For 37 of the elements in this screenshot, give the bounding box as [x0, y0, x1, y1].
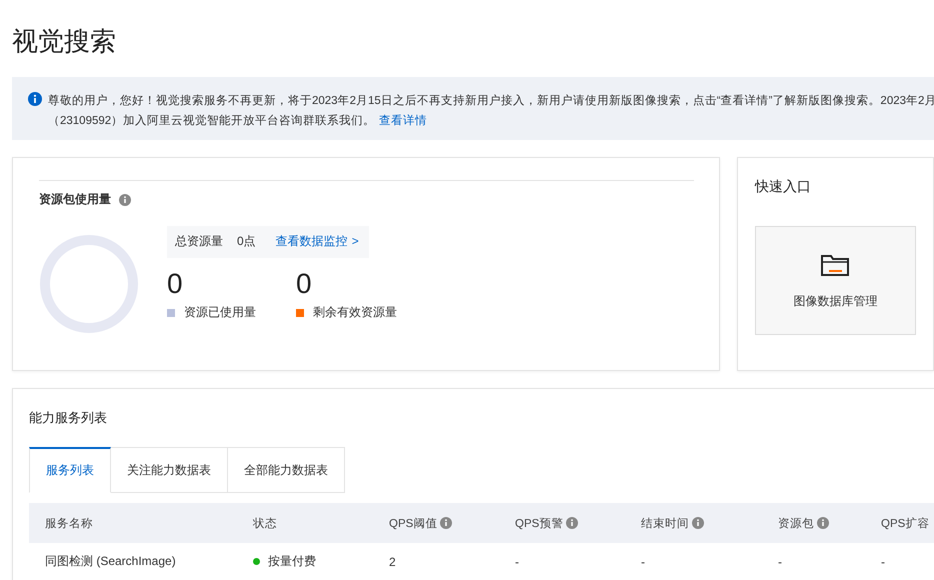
column-header: QPS阈值	[389, 516, 438, 530]
table-cell: 2	[389, 554, 396, 568]
table-cell: 按量付费	[268, 553, 316, 570]
status-dot	[253, 558, 260, 565]
column-header: 状态	[253, 516, 277, 530]
stat-label: 资源已使用量	[184, 304, 256, 321]
notice-text: 尊敬的用户，您好！视觉搜索服务不再更新，将于2023年2月15日之后不再支持新用户接入，新用户请使用新版图像搜索，点击“查看详情”了解新版图像搜索。2023年2月	[48, 93, 934, 109]
notice-text: （23109592）加入阿里云视觉智能开放平台咨询群联系我们。	[48, 115, 376, 127]
page-title: 视觉搜索	[12, 25, 117, 58]
quick-entry-title: 快速入口	[754, 178, 812, 196]
stat-value: 0	[296, 268, 313, 300]
folder-icon	[820, 253, 850, 277]
column-header: QPS扩容	[881, 516, 930, 530]
usage-title: 资源包使用量	[39, 191, 111, 208]
info-icon	[28, 92, 42, 106]
monitor-link[interactable]: 查看数据监控 >	[276, 233, 359, 250]
column-header: 服务名称	[45, 516, 93, 530]
column-header: 结束时间	[641, 516, 689, 530]
tab[interactable]: 关注能力数据表	[111, 447, 228, 493]
column-header: QPS预警	[515, 516, 564, 530]
tab[interactable]: 服务列表	[29, 447, 111, 493]
table-cell: -	[881, 554, 885, 568]
services-title: 能力服务列表	[29, 409, 108, 427]
column-header: 资源包	[778, 516, 814, 530]
table-cell: -	[641, 554, 645, 568]
stat-value: 0	[167, 268, 184, 300]
info-icon	[119, 194, 131, 206]
table-cell: -	[515, 554, 519, 568]
stat-label: 剩余有效资源量	[313, 304, 397, 321]
tab[interactable]: 全部能力数据表	[228, 447, 345, 493]
details-link[interactable]: 查看详情	[379, 115, 428, 127]
table-cell: 同图检测 (SearchImage)	[45, 553, 176, 570]
table-cell: -	[778, 554, 782, 568]
total-label: 总资源量	[175, 233, 223, 250]
tile-label: 图像数据库管理	[793, 293, 878, 310]
total-value: 0点	[237, 233, 256, 250]
database-tile[interactable]: 图像数据库管理	[754, 226, 916, 335]
